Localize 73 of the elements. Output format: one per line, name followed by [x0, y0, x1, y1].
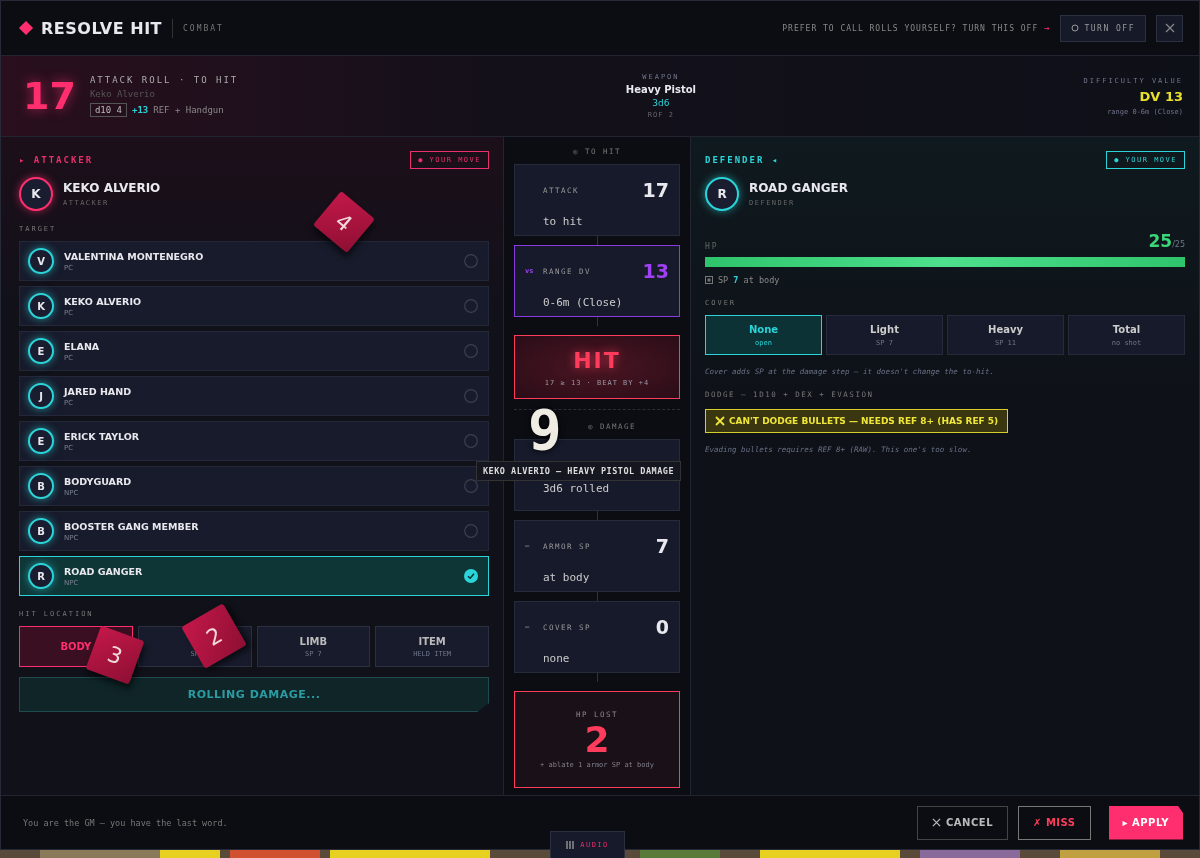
- avatar: K: [28, 293, 54, 319]
- radio-icon: [464, 299, 478, 313]
- tooltip: KEKO ALVERIO — HEAVY PISTOL DAMAGE: [476, 461, 681, 481]
- turn-off-button[interactable]: TURN OFF: [1060, 14, 1146, 42]
- circle-icon: [1071, 24, 1080, 32]
- step-value: 0: [655, 616, 669, 638]
- hp-label: HP: [705, 242, 719, 251]
- hp-max: /25: [1172, 240, 1185, 249]
- footer-note: You are the GM — you have the last word.: [23, 817, 228, 828]
- step-value: 17: [642, 179, 669, 201]
- radio-icon: [464, 524, 478, 538]
- sp-text: SP 7 at body: [718, 275, 780, 285]
- close-button[interactable]: [1156, 14, 1183, 42]
- radio-icon: [464, 434, 478, 448]
- step-note: none: [543, 652, 571, 665]
- actor-name: KEKO ALVERIO: [63, 181, 161, 195]
- roll-damage-button[interactable]: ROLLING DAMAGE...: [19, 677, 489, 712]
- die-chip: d10 4: [89, 103, 127, 117]
- step-note: to hit: [543, 215, 584, 228]
- attacker-name: Keko Alverio: [89, 89, 156, 99]
- cross-icon: [715, 416, 725, 426]
- bonus-value: +13: [132, 105, 149, 115]
- avatar: B: [28, 518, 54, 544]
- avatar: V: [28, 248, 54, 274]
- apply-button[interactable]: ▸ APPLY: [1108, 805, 1183, 840]
- radio-icon: [464, 479, 478, 493]
- avatar: E: [28, 338, 54, 364]
- avatar: E: [28, 428, 54, 454]
- radio-icon: [464, 389, 478, 403]
- avatar: B: [28, 473, 54, 499]
- roll-result: 9: [528, 402, 562, 458]
- section-title: DEFENDER ◂: [705, 155, 780, 165]
- hp-value: 25: [1148, 231, 1173, 251]
- radio-icon: [464, 254, 478, 268]
- warning-text: CAN'T DODGE BULLETS — NEEDS REF 8+ (HAS REF 5): [729, 416, 999, 426]
- dv-value: DV 13: [1139, 88, 1183, 104]
- result-label: HIT: [573, 347, 621, 373]
- target-name: KEKO ALVERIO: [64, 295, 142, 307]
- target-name: VALENTINA MONTENEGRO: [64, 250, 204, 262]
- weapon-name: Heavy Pistol: [625, 84, 696, 95]
- target-name: JARED HAND: [64, 385, 132, 397]
- actor-name: ROAD GANGER: [749, 181, 848, 195]
- close-icon: [1164, 23, 1175, 33]
- target-name: ROAD GANGER: [64, 565, 143, 577]
- dialog-title: RESOLVE HIT: [41, 18, 173, 38]
- target-name: BOOSTER GANG MEMBER: [64, 520, 199, 532]
- step-value: 13: [642, 260, 669, 282]
- close-icon: [932, 818, 942, 827]
- hint-text: PREFER TO CALL ROLLS YOURSELF? TURN THIS OFF →: [782, 23, 1051, 33]
- attack-total: 17: [23, 74, 76, 118]
- target-name: ERICK TAYLOR: [64, 430, 140, 442]
- armor-icon: [705, 276, 713, 284]
- avatar: K: [19, 177, 53, 211]
- avatar: J: [28, 383, 54, 409]
- weapon-damage: 3d6: [652, 98, 670, 108]
- miss-button[interactable]: ✗ MISS: [1018, 805, 1091, 840]
- step-note: at body: [543, 571, 591, 584]
- bonus-note: REF + Handgun: [153, 105, 224, 115]
- target-name: BODYGUARD: [64, 475, 132, 487]
- cancel-button[interactable]: CANCEL: [917, 805, 1009, 840]
- radio-icon: [464, 344, 478, 358]
- avatar: R: [28, 563, 54, 589]
- avatar: R: [705, 177, 739, 211]
- check-icon: [464, 569, 478, 583]
- total-value: 2: [584, 722, 610, 758]
- summary-title: ATTACK ROLL · TO HIT: [89, 75, 239, 85]
- step-value: 7: [655, 535, 669, 557]
- target-name: ELANA: [64, 340, 100, 352]
- bars-icon: [566, 841, 575, 849]
- section-title: ▸ ATTACKER: [19, 155, 94, 165]
- dialog-tag: COMBAT: [183, 23, 224, 33]
- step-note: 3d6 rolled: [543, 482, 611, 495]
- step-note: 0-6m (Close): [543, 296, 624, 309]
